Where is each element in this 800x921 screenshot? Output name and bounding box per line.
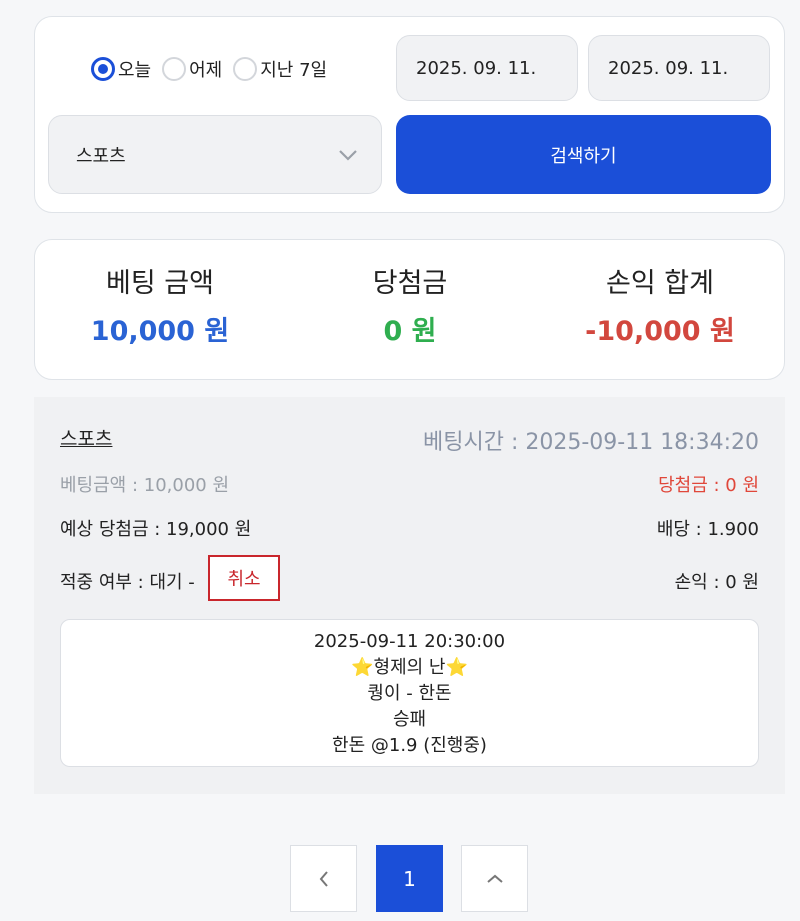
summary-bet-amount: 베팅 금액 10,000 원 (35, 264, 285, 352)
bet-detail-panel: 스포츠 베팅시간 : 2025-09-11 18:34:20 베팅금액 : 10… (34, 397, 785, 794)
bet-winnings: 당첨금 : 0 원 (658, 475, 759, 496)
chevron-down-icon (339, 149, 357, 161)
bet-status: 적중 여부 : 대기 - (60, 572, 195, 593)
summary-profit-loss: 손익 합계 -10,000 원 (535, 264, 785, 352)
date-range-radio-group: 오늘 어제 지난 7일 (91, 56, 338, 82)
match-market: 승패 (392, 709, 427, 730)
bet-odds: 배당 : 1.900 (656, 519, 759, 540)
summary-win-label: 당첨금 (372, 268, 448, 299)
radio-label-yesterday: 어제 (189, 60, 223, 81)
chevron-up-icon (486, 874, 503, 883)
search-button[interactable]: 검색하기 (396, 115, 771, 194)
summary-winnings: 당첨금 0 원 (285, 264, 535, 352)
summary-pl-label: 손익 합계 (606, 268, 714, 299)
filter-card: 오늘 어제 지난 7일 2025. 09. 11. 2025. 09. 11. … (34, 16, 785, 213)
match-title: ⭐형제의 난⭐ (351, 657, 468, 678)
bet-expected-winnings: 예상 당첨금 : 19,000 원 (60, 519, 252, 540)
radio-today[interactable]: 오늘 (91, 56, 151, 82)
pagination-page-1[interactable]: 1 (376, 845, 443, 912)
match-pick: 한돈 @1.9 (진행중) (332, 735, 487, 756)
summary-bet-label: 베팅 금액 (106, 268, 214, 299)
summary-win-value: 0 원 (383, 316, 437, 347)
radio-label-today: 오늘 (118, 60, 152, 81)
bet-amount: 베팅금액 : 10,000 원 (60, 475, 230, 496)
chevron-left-icon (319, 870, 328, 887)
category-select-value: 스포츠 (76, 145, 126, 167)
bet-category-link[interactable]: 스포츠 (60, 424, 112, 451)
summary-card: 베팅 금액 10,000 원 당첨금 0 원 손익 합계 -10,000 원 (34, 239, 785, 380)
summary-bet-value: 10,000 원 (90, 316, 230, 347)
date-to-input[interactable]: 2025. 09. 11. (588, 35, 770, 101)
radio-unchecked-icon[interactable] (233, 57, 258, 81)
bet-profit: 손익 : 0 원 (674, 572, 759, 593)
summary-pl-value: -10,000 원 (585, 316, 735, 347)
cancel-bet-button[interactable]: 취소 (208, 555, 280, 601)
date-from-input[interactable]: 2025. 09. 11. (396, 35, 578, 101)
radio-unchecked-icon[interactable] (162, 57, 187, 81)
radio-last-7-days[interactable]: 지난 7일 (233, 56, 327, 82)
match-teams: 퀑이 - 한돈 (367, 683, 452, 704)
match-datetime: 2025-09-11 20:30:00 (313, 631, 506, 652)
radio-checked-icon[interactable] (91, 57, 115, 81)
radio-label-last-7-days: 지난 7일 (260, 60, 328, 81)
bet-time: 베팅시간 : 2025-09-11 18:34:20 (422, 430, 759, 455)
category-select[interactable]: 스포츠 (48, 115, 382, 194)
radio-yesterday[interactable]: 어제 (162, 56, 222, 82)
pagination-next-button[interactable] (461, 845, 528, 912)
pagination-prev-button[interactable] (290, 845, 357, 912)
match-info-box: 2025-09-11 20:30:00 ⭐형제의 난⭐ 퀑이 - 한돈 승패 한… (60, 619, 759, 767)
